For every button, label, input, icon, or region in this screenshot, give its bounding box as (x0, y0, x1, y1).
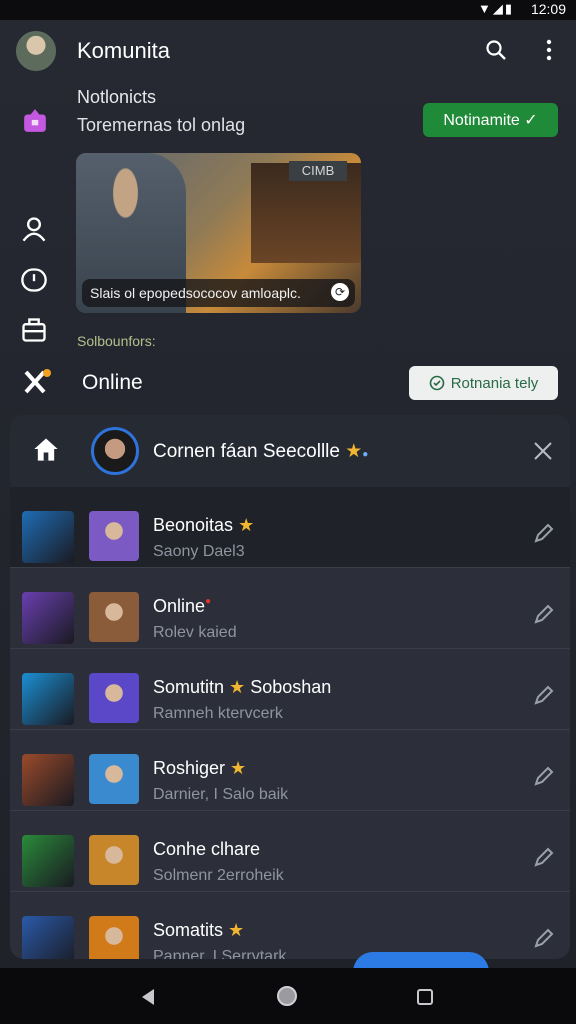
star-badge-icon: ★ (233, 515, 255, 535)
recents-icon[interactable] (416, 988, 434, 1006)
member-subtitle: Rolev kaied (153, 624, 237, 641)
member-name-suffix: Soboshan (245, 677, 332, 697)
tools-icon[interactable] (22, 368, 52, 396)
member-name: Somutitn ★ Soboshan (153, 677, 331, 698)
panel-header: Cornen fáan Seecollle ★● (10, 415, 570, 488)
notification-action-button[interactable]: Notinamite ✓ (423, 103, 558, 137)
signal-wifi-battery-icons: ▼◢▮ (477, 1, 514, 16)
member-name-text: Beonoitas (153, 515, 234, 535)
list-item[interactable]: Beonoitas ★ Saony Dael3 (10, 487, 570, 568)
check-circle-icon (429, 375, 445, 391)
banner-caption: Slais ol epopedsococov amloaplc. (82, 279, 355, 307)
list-item[interactable]: Somutitn ★ Soboshan Ramneh ktervcerk (10, 649, 570, 730)
list-item[interactable]: Somatits ★ Papner, I Serrvtark (10, 892, 570, 959)
system-nav-bar (0, 968, 576, 1024)
star-badge-icon: ★ (345, 441, 363, 462)
briefcase-icon[interactable] (20, 316, 48, 344)
game-thumbnail[interactable] (22, 916, 74, 959)
edit-icon[interactable] (532, 683, 556, 707)
member-name: Somatits ★ (153, 920, 244, 941)
member-avatar[interactable] (89, 916, 139, 959)
member-name-text: Roshiger (153, 758, 226, 778)
back-icon[interactable] (139, 988, 157, 1006)
status-time: 12:09 (530, 1, 566, 17)
member-name-text: Conhe clhare (153, 839, 261, 859)
notification-title: Notlonicts (77, 87, 157, 107)
more-vert-icon[interactable] (537, 38, 561, 62)
edit-icon[interactable] (532, 926, 556, 950)
member-subtitle: Solmenr 2erroheik (153, 867, 284, 884)
star-badge-icon: ★ (223, 920, 245, 940)
featured-banner[interactable]: CIMB Slais ol epopedsococov amloaplc. ⟳ (76, 153, 361, 313)
member-name-text: Somatits (153, 920, 224, 940)
list-item[interactable]: Online● Rolev kaied (10, 568, 570, 649)
edit-icon[interactable] (532, 521, 556, 545)
section-label: Solbounfors: (77, 333, 156, 349)
status-bar: ▼◢▮ 12:09 (0, 0, 576, 20)
top-app-bar: Komunita (0, 20, 576, 82)
online-action-button[interactable]: Rotnania tely (409, 366, 558, 400)
star-badge-icon: ★ (225, 758, 247, 778)
game-thumbnail[interactable] (22, 754, 74, 806)
edit-icon[interactable] (532, 602, 556, 626)
status-dot-icon: ● (205, 596, 212, 607)
panel-avatar[interactable] (91, 427, 139, 475)
list-item[interactable]: Conhe clhare Solmenr 2erroheik (10, 811, 570, 892)
list-item[interactable]: Roshiger ★ Darnier, I Salo baik (10, 730, 570, 811)
game-thumbnail[interactable] (22, 511, 74, 563)
game-thumbnail[interactable] (22, 673, 74, 725)
close-icon[interactable] (531, 439, 555, 463)
community-panel: Cornen fáan Seecollle ★● Beonoitas ★ Saon… (10, 415, 570, 959)
panel-title: Cornen fáan Seecollle ★● (153, 440, 368, 463)
member-avatar[interactable] (89, 511, 139, 561)
notification-icon[interactable] (22, 108, 48, 134)
member-name: Conhe clhare (153, 839, 260, 860)
member-avatar[interactable] (89, 754, 139, 804)
member-subtitle: Papner, I Serrvtark (153, 948, 287, 959)
member-name: Roshiger ★ (153, 758, 246, 779)
edit-icon[interactable] (532, 845, 556, 869)
refresh-icon[interactable]: ⟳ (331, 283, 349, 301)
member-name: Beonoitas ★ (153, 515, 254, 536)
person-icon[interactable] (20, 215, 48, 243)
search-icon[interactable] (484, 38, 508, 62)
home-nav-icon[interactable] (276, 985, 298, 1007)
clock-icon[interactable] (20, 266, 48, 294)
game-thumbnail[interactable] (22, 592, 74, 644)
member-subtitle: Ramneh ktervcerk (153, 705, 283, 722)
app-screen: Komunita Notlonicts Toremernas tol onlag… (0, 20, 576, 992)
online-heading: Online (82, 371, 143, 394)
member-subtitle: Darnier, I Salo baik (153, 786, 289, 803)
edit-icon[interactable] (532, 764, 556, 788)
online-action-label: Rotnania tely (450, 374, 539, 392)
home-icon[interactable] (32, 435, 60, 463)
game-thumbnail[interactable] (22, 835, 74, 887)
member-avatar[interactable] (89, 592, 139, 642)
member-name-text: Online (153, 596, 206, 616)
notification-subtitle: Toremernas tol onlag (77, 115, 246, 135)
member-avatar[interactable] (89, 673, 139, 723)
panel-title-text: Cornen fáan Seecollle (153, 441, 340, 462)
page-title: Komunita (77, 38, 170, 63)
online-dot-icon: ● (362, 449, 369, 460)
member-name: Online● (153, 596, 211, 617)
star-badge-icon: ★ (224, 677, 246, 697)
member-avatar[interactable] (89, 835, 139, 885)
profile-avatar[interactable] (16, 31, 56, 71)
member-subtitle: Saony Dael3 (153, 543, 245, 560)
member-name-text: Somutitn (153, 677, 225, 697)
banner-sign: CIMB (289, 161, 347, 181)
